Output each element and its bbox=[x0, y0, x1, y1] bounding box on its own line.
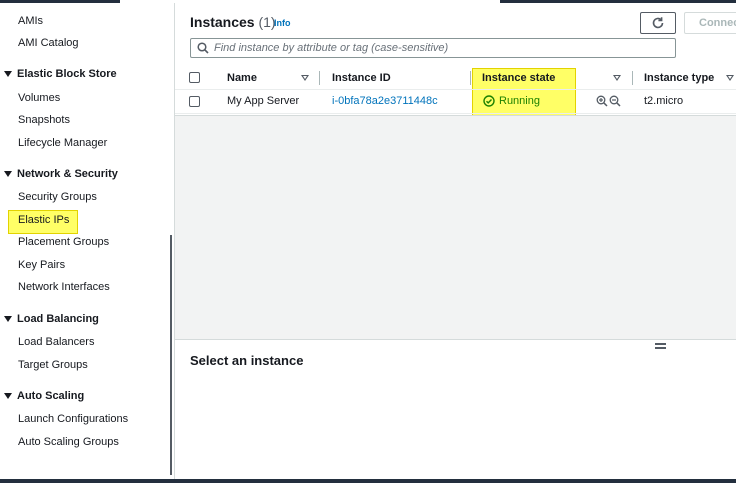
zoom-out-icon[interactable] bbox=[609, 95, 621, 107]
section-auto-scaling[interactable]: Auto Scaling bbox=[4, 389, 84, 403]
sidebar-item-ami-catalog[interactable]: AMI Catalog bbox=[18, 36, 79, 50]
connect-button[interactable]: Connect bbox=[684, 12, 736, 34]
table-row[interactable]: My App Server i-0bfa78a2e3711448c Runnin… bbox=[175, 90, 736, 114]
info-link[interactable]: Info bbox=[274, 18, 291, 28]
split-panel-divider bbox=[175, 339, 736, 340]
sidebar-item-target-groups[interactable]: Target Groups bbox=[18, 358, 88, 372]
caret-down-icon bbox=[4, 393, 12, 399]
section-title: Elastic Block Store bbox=[17, 68, 117, 80]
column-instance-id[interactable]: Instance ID bbox=[332, 72, 391, 84]
sidebar-item-volumes[interactable]: Volumes bbox=[18, 91, 60, 105]
cell-name: My App Server bbox=[227, 95, 300, 107]
section-title: Load Balancing bbox=[17, 313, 99, 325]
details-title: Select an instance bbox=[190, 353, 304, 368]
state-text: Running bbox=[499, 95, 540, 107]
sidebar-item-security-groups[interactable]: Security Groups bbox=[18, 190, 97, 204]
sort-icon[interactable] bbox=[613, 75, 621, 81]
column-instance-type[interactable]: Instance type bbox=[644, 72, 714, 84]
search-icon bbox=[197, 42, 209, 54]
table-empty-area bbox=[175, 115, 736, 339]
refresh-button[interactable] bbox=[640, 12, 676, 34]
sidebar-item-amis[interactable]: AMIs bbox=[18, 14, 43, 28]
refresh-icon bbox=[652, 17, 664, 29]
column-divider bbox=[470, 71, 471, 85]
sidebar-item-auto-scaling-groups[interactable]: Auto Scaling Groups bbox=[18, 435, 119, 449]
column-name[interactable]: Name bbox=[227, 72, 257, 84]
table-header: Name Instance ID Instance state Instance… bbox=[175, 66, 736, 90]
zoom-in-icon[interactable] bbox=[596, 95, 608, 107]
column-divider bbox=[632, 71, 633, 85]
section-elastic-block-store[interactable]: Elastic Block Store bbox=[4, 67, 117, 81]
column-divider bbox=[319, 71, 320, 85]
title-text: Instances bbox=[190, 14, 255, 30]
caret-down-icon bbox=[4, 316, 12, 322]
sidebar-item-key-pairs[interactable]: Key Pairs bbox=[18, 258, 65, 272]
cell-instance-type: t2.micro bbox=[644, 95, 684, 107]
sidebar-item-snapshots[interactable]: Snapshots bbox=[18, 113, 70, 127]
search-input[interactable] bbox=[214, 42, 654, 54]
caret-down-icon bbox=[4, 171, 12, 177]
section-title: Network & Security bbox=[17, 168, 118, 180]
sidebar-item-elastic-ips[interactable]: Elastic IPs bbox=[18, 213, 69, 227]
sidebar-scrollbar[interactable] bbox=[170, 235, 172, 475]
sort-icon[interactable] bbox=[301, 75, 309, 81]
page-title: Instances (1) bbox=[190, 14, 276, 30]
cell-instance-state: Running bbox=[483, 95, 540, 107]
bottom-bar bbox=[0, 479, 736, 483]
section-network-security[interactable]: Network & Security bbox=[4, 167, 118, 181]
sidebar-item-load-balancers[interactable]: Load Balancers bbox=[18, 335, 94, 349]
cell-instance-id[interactable]: i-0bfa78a2e3711448c bbox=[332, 95, 438, 107]
section-title: Auto Scaling bbox=[17, 390, 85, 402]
sidebar-item-lifecycle-manager[interactable]: Lifecycle Manager bbox=[18, 136, 107, 150]
select-all-checkbox[interactable] bbox=[189, 72, 200, 83]
section-load-balancing[interactable]: Load Balancing bbox=[4, 312, 99, 326]
state-zoom-controls bbox=[596, 95, 621, 107]
search-bar[interactable] bbox=[190, 38, 676, 58]
caret-down-icon bbox=[4, 71, 12, 77]
row-checkbox[interactable] bbox=[189, 96, 200, 107]
drag-handle-icon[interactable] bbox=[655, 343, 666, 349]
check-circle-icon bbox=[483, 95, 495, 107]
sidebar-item-placement-groups[interactable]: Placement Groups bbox=[18, 235, 109, 249]
sidebar: AMIs AMI Catalog Elastic Block Store Vol… bbox=[0, 3, 174, 479]
sort-icon[interactable] bbox=[726, 75, 734, 81]
column-instance-state[interactable]: Instance state bbox=[482, 72, 555, 84]
sidebar-item-network-interfaces[interactable]: Network Interfaces bbox=[18, 280, 110, 294]
sidebar-item-launch-configurations[interactable]: Launch Configurations bbox=[18, 412, 128, 426]
